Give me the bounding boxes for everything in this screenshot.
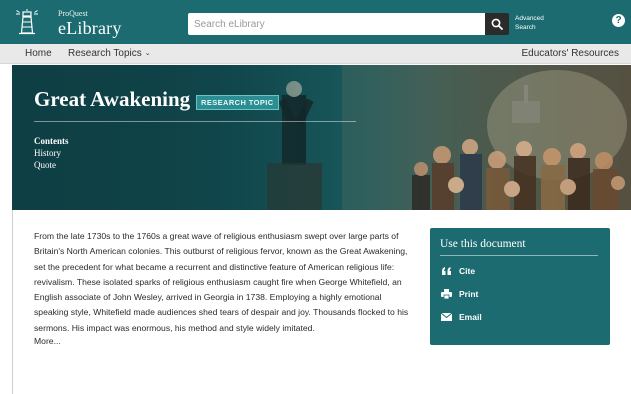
nav-educators-resources[interactable]: Educators' Resources (521, 48, 619, 59)
nav-research-topics[interactable]: Research Topics ⌄ (68, 48, 151, 59)
hero-banner: Great Awakening RESEARCH TOPIC Contents … (12, 65, 631, 210)
more-link[interactable]: More... (34, 336, 61, 346)
page-title: Great Awakening (34, 87, 191, 111)
envelope-icon (440, 312, 453, 322)
printer-icon (440, 289, 453, 299)
research-topic-badge: RESEARCH TOPIC (196, 95, 279, 110)
cite-button[interactable]: Cite (440, 265, 475, 277)
top-bar: ProQuest eLibrary Advanced Search ? (0, 0, 631, 44)
cite-label: Cite (459, 266, 476, 276)
search-button[interactable] (485, 13, 509, 35)
advanced-search-link[interactable]: Advanced Search (515, 14, 555, 32)
nav-home[interactable]: Home (25, 48, 52, 59)
print-button[interactable]: Print (440, 288, 478, 300)
use-this-document-panel: Use this document Cite Print Email (430, 228, 610, 345)
panel-divider (440, 255, 598, 256)
brand-publisher: ProQuest (58, 9, 88, 18)
quote-icon (440, 266, 453, 276)
section-links: Contents History Quote (34, 135, 69, 171)
email-label: Email (459, 312, 482, 322)
advanced-search-line2: Search (515, 24, 536, 31)
email-button[interactable]: Email (440, 311, 482, 323)
help-icon[interactable]: ? (612, 14, 625, 27)
section-link-quote[interactable]: Quote (34, 159, 69, 171)
search-icon (491, 18, 503, 30)
nav-research-topics-label: Research Topics (68, 48, 142, 59)
print-label: Print (459, 289, 479, 299)
brand-name[interactable]: eLibrary (58, 18, 122, 39)
lighthouse-logo-icon[interactable] (14, 8, 40, 36)
nav-bar: Home Research Topics ⌄ Educators' Resourc… (0, 44, 631, 64)
chevron-down-icon: ⌄ (144, 50, 151, 57)
content-left-border (12, 210, 13, 394)
section-link-contents[interactable]: Contents (34, 135, 69, 147)
search-input[interactable] (188, 13, 485, 35)
advanced-search-line1: Advanced (515, 15, 544, 22)
section-link-history[interactable]: History (34, 147, 69, 159)
title-divider (34, 121, 356, 122)
panel-title: Use this document (440, 238, 526, 250)
article-body: From the late 1730s to the 1760s a great… (34, 231, 409, 333)
